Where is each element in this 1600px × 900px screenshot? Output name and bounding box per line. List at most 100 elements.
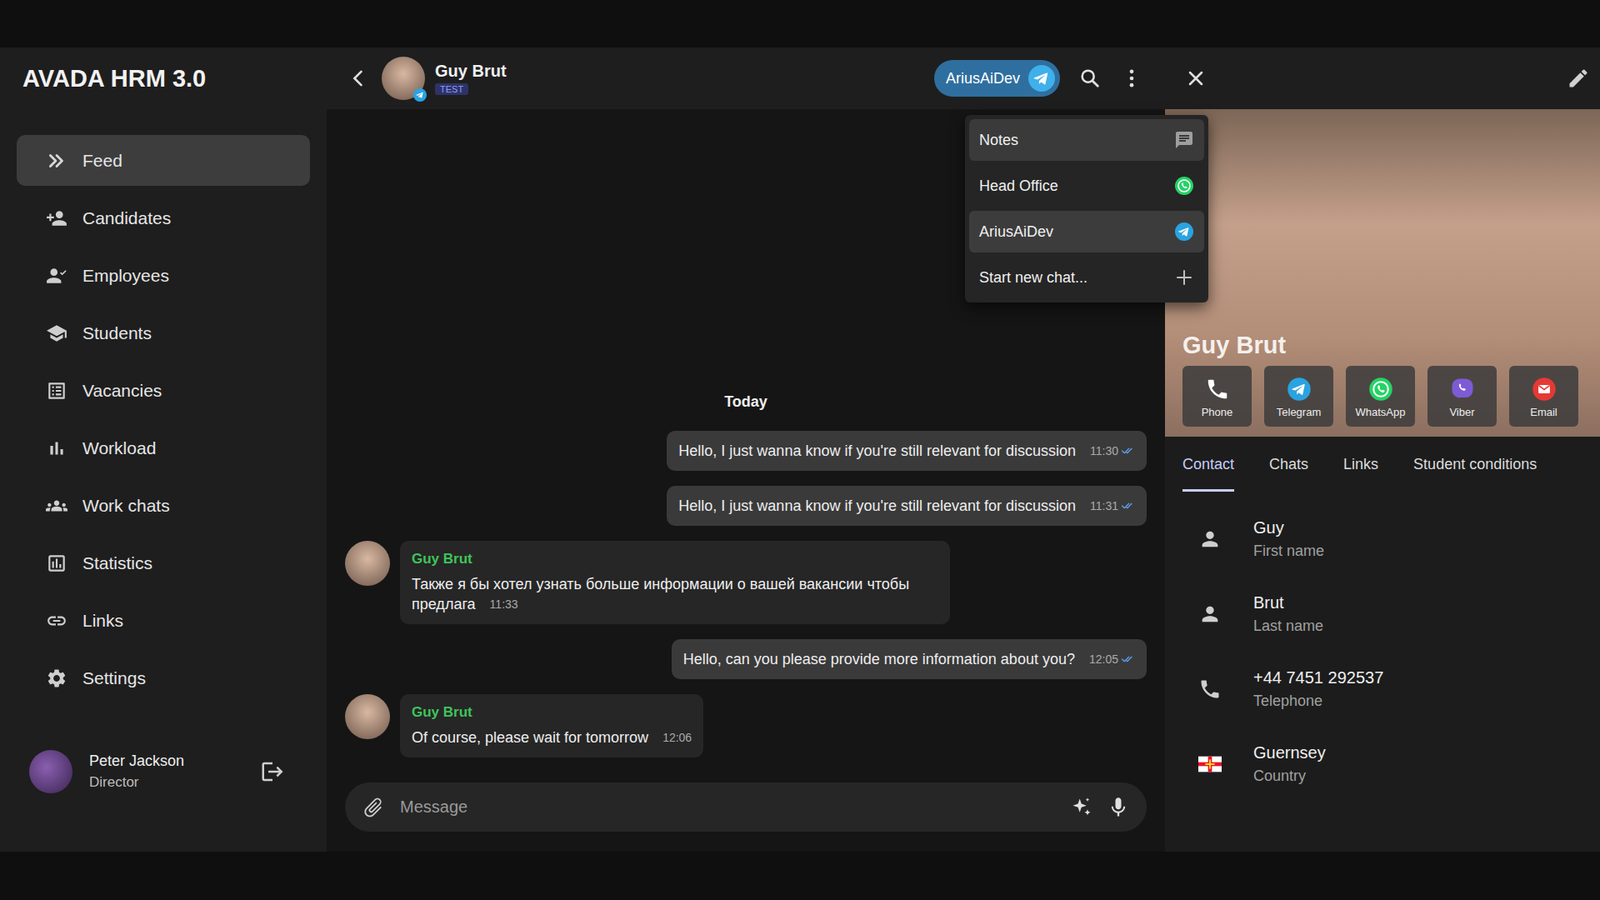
field-label: Country: [1253, 767, 1326, 785]
sidebar-item[interactable]: Candidates: [16, 192, 310, 244]
menu-item-label: Start new chat...: [979, 269, 1088, 287]
sender-name: Guy Brut: [411, 549, 939, 570]
whatsapp-icon: [1174, 175, 1195, 196]
contact-field: Brut Last name: [1198, 593, 1584, 635]
sidebar-item[interactable]: Links: [16, 595, 310, 646]
contact-action-label: Email: [1530, 405, 1558, 419]
field-value: Brut: [1253, 593, 1324, 613]
field-text: Guernsey Country: [1253, 743, 1326, 785]
sidebar-item[interactable]: Vacancies: [16, 365, 310, 416]
viber-icon: [1450, 376, 1475, 402]
outgoing-message[interactable]: Hello, I just wanna know if you're still…: [666, 485, 1147, 526]
sidebar-item-label: Students: [82, 323, 152, 344]
main-area: Guy Brut TEST AriusAiDev Today Hello, I …: [326, 47, 1600, 852]
tab[interactable]: Contact: [1182, 436, 1235, 492]
read-ticks-icon: [1121, 444, 1135, 458]
sidebar-item[interactable]: Workload: [16, 422, 310, 474]
message-text: Hello, I just wanna know if you're still…: [678, 497, 1076, 515]
contact-action-button[interactable]: Telegram: [1264, 365, 1334, 427]
contact-fields: Guy First name Brut Last name +44 7451 2…: [1165, 491, 1600, 785]
read-ticks-icon: [1121, 652, 1135, 666]
message-time: 11:30: [1090, 440, 1119, 461]
sidebar-item-label: Work chats: [82, 495, 170, 516]
message-bubble[interactable]: Guy Brut Of course, please wait for tomo…: [400, 694, 704, 758]
account-menu-item[interactable]: Start new chat...: [969, 256, 1205, 299]
message-meta: 11:33: [490, 594, 519, 615]
tab[interactable]: Links: [1343, 436, 1379, 492]
work-chats-icon: [45, 495, 68, 517]
person-icon: [1198, 527, 1222, 551]
account-menu-item[interactable]: Head Office: [969, 165, 1205, 207]
contact-name: Guy Brut: [435, 61, 507, 81]
sender-avatar[interactable]: [345, 540, 390, 586]
telegram-icon: [1286, 376, 1312, 402]
sidebar-item[interactable]: Work chats: [16, 480, 310, 531]
field-value: Guernsey: [1253, 743, 1326, 763]
message-time: 11:33: [490, 594, 519, 615]
contact-action-label: Viber: [1449, 405, 1475, 419]
statistics-icon: [45, 552, 68, 575]
sender-name: Guy Brut: [411, 702, 692, 723]
guernsey-flag-icon: [1198, 752, 1222, 776]
sender-avatar[interactable]: [345, 694, 390, 740]
contact-action-button[interactable]: Viber: [1427, 365, 1497, 427]
message-bubble[interactable]: Guy Brut Также я бы хотел узнать больше …: [400, 540, 950, 625]
close-icon[interactable]: [1184, 66, 1208, 90]
app-title: AVADA HRM 3.0: [16, 47, 310, 110]
account-menu-item[interactable]: Notes: [969, 119, 1205, 161]
bottom-strip: [0, 851, 1600, 900]
read-ticks-icon: [1121, 499, 1135, 513]
contact-avatar[interactable]: [381, 56, 425, 100]
sidebar-item-label: Workload: [82, 438, 156, 459]
outgoing-message[interactable]: Hello, I just wanna know if you're still…: [666, 430, 1147, 471]
contact-field: +44 7451 292537 Telephone: [1198, 668, 1584, 710]
sidebar-item[interactable]: Students: [16, 307, 310, 359]
account-switcher[interactable]: AriusAiDev: [934, 60, 1060, 97]
telegram-icon: [1028, 65, 1055, 92]
logout-icon[interactable]: [260, 759, 285, 785]
tab[interactable]: Student conditions: [1413, 436, 1537, 492]
telegram-icon: [1174, 221, 1195, 242]
sidebar-item[interactable]: Feed: [16, 135, 310, 186]
message-meta: 11:30: [1090, 440, 1135, 461]
sidebar-item-label: Employees: [82, 265, 170, 286]
sidebar-item[interactable]: Employees: [16, 250, 310, 301]
message-text: Hello, I just wanna know if you're still…: [678, 442, 1076, 460]
message-time: 12:05: [1089, 649, 1119, 670]
sidebar-item[interactable]: Statistics: [16, 537, 310, 589]
header: Guy Brut TEST AriusAiDev: [326, 47, 1600, 110]
attach-icon[interactable]: [356, 790, 390, 825]
message-input[interactable]: [398, 796, 1057, 818]
account-menu-item[interactable]: AriusAiDev: [969, 210, 1205, 253]
nav-list: Feed Candidates Employees Students Vacan…: [16, 135, 310, 704]
more-icon[interactable]: [1120, 66, 1144, 90]
user-name: Peter Jackson: [89, 752, 244, 770]
field-text: +44 7451 292537 Telephone: [1253, 668, 1384, 710]
edit-icon[interactable]: [1566, 66, 1590, 90]
microphone-icon[interactable]: [1106, 795, 1130, 820]
employees-icon: [45, 265, 68, 287]
email-icon: [1531, 376, 1557, 402]
user-profile: Peter Jackson Director: [16, 750, 310, 852]
search-icon[interactable]: [1078, 66, 1102, 90]
outgoing-message[interactable]: Hello, can you please provide more infor…: [671, 639, 1147, 680]
app-window: AVADA HRM 3.0 Feed Candidates Employees …: [0, 47, 1600, 852]
contact-field: Guy First name: [1198, 518, 1584, 560]
user-avatar[interactable]: [29, 750, 73, 794]
tab[interactable]: Chats: [1269, 436, 1309, 492]
message-time: 12:06: [662, 727, 692, 748]
top-strip: [0, 0, 1600, 48]
field-text: Guy First name: [1253, 518, 1325, 560]
back-icon[interactable]: [346, 66, 370, 90]
contact-action-button[interactable]: Phone: [1182, 365, 1252, 427]
sidebar-item-label: Candidates: [82, 208, 171, 229]
whatsapp-icon: [1368, 376, 1394, 402]
contact-action-button[interactable]: WhatsApp: [1345, 365, 1415, 427]
sidebar-item-label: Settings: [82, 668, 146, 689]
person-icon: [1198, 602, 1222, 626]
field-label: Telephone: [1253, 692, 1384, 710]
sparkle-icon[interactable]: [1070, 795, 1094, 820]
sidebar-item[interactable]: Settings: [16, 652, 310, 704]
contact-action-button[interactable]: Email: [1509, 365, 1579, 427]
contact-badge: TEST: [435, 83, 469, 95]
